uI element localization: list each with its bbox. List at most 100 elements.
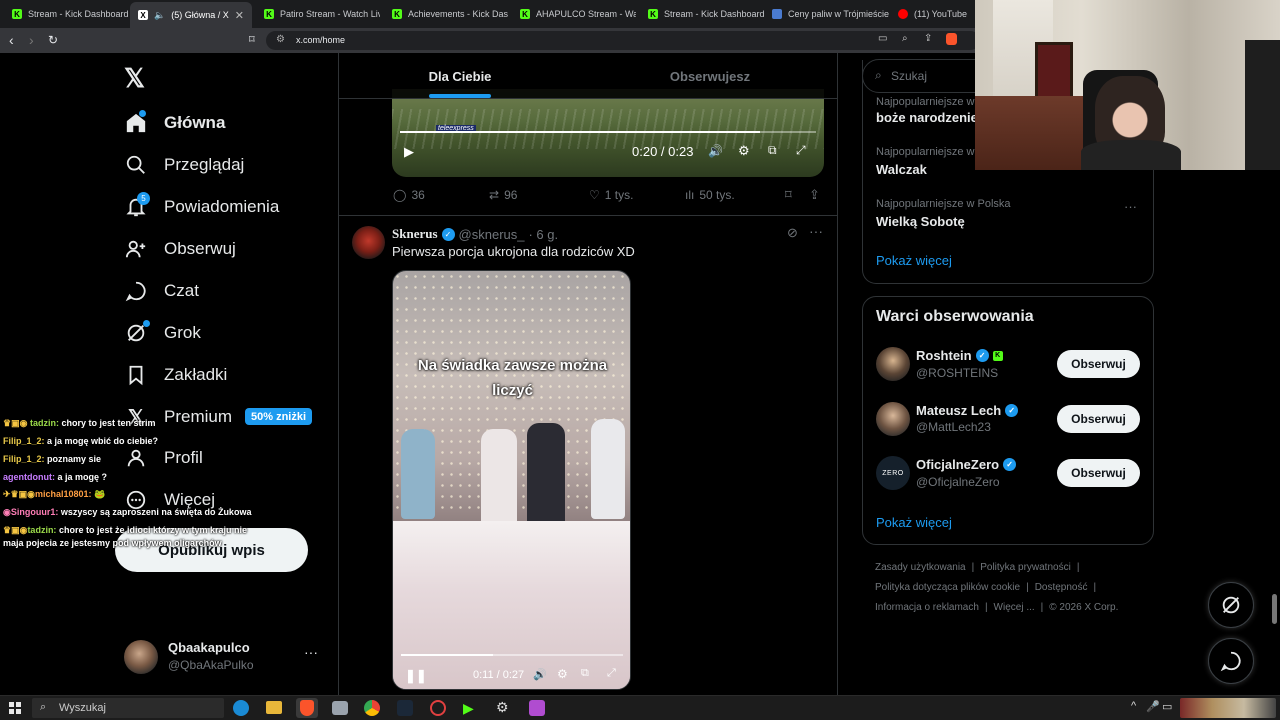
- follow-button[interactable]: Obserwuj: [1057, 459, 1140, 487]
- reload-icon[interactable]: ↻: [48, 33, 58, 47]
- kick-app-icon[interactable]: ▶: [463, 700, 474, 717]
- trend-item[interactable]: Wielką Sobotę: [876, 214, 965, 229]
- tray-chevron-icon[interactable]: ^: [1131, 700, 1136, 712]
- volume-icon[interactable]: 🔊: [533, 668, 547, 681]
- nav-follow[interactable]: Obserwuj: [124, 232, 236, 266]
- x-logo-icon[interactable]: 𝕏: [124, 63, 145, 94]
- close-tab-icon[interactable]: ✕: [235, 9, 244, 22]
- battery-icon[interactable]: ▭: [1162, 700, 1172, 713]
- bookmark-icon[interactable]: ⌑: [785, 187, 792, 203]
- like-button[interactable]: ♡ 1 tys.: [589, 188, 633, 202]
- steam-icon[interactable]: [397, 700, 413, 716]
- tab-patiro[interactable]: K Patiro Stream - Watch Live: [256, 3, 380, 25]
- grok-explain-icon[interactable]: ⊘: [787, 225, 798, 241]
- tab-for-you[interactable]: Dla Ciebie: [339, 53, 581, 99]
- footer-link[interactable]: Więcej ...: [994, 602, 1035, 613]
- chrome-icon[interactable]: [364, 700, 380, 716]
- nav-grok[interactable]: Grok: [124, 316, 201, 350]
- settings-icon[interactable]: ⚙: [496, 699, 509, 716]
- footer-link[interactable]: Polityka prywatności: [980, 562, 1071, 573]
- avatar[interactable]: ZERO: [876, 456, 910, 490]
- tab-achievements[interactable]: K Achievements - Kick Dashb: [384, 3, 508, 25]
- previous-post-video[interactable]: teleexpress ▶ 0:20 / 0:23 🔊 ⚙ ⧉ ⤢: [392, 89, 824, 177]
- footer-link[interactable]: Polityka dotycząca plików cookie: [875, 582, 1020, 593]
- tab-following[interactable]: Obserwujesz: [581, 53, 837, 99]
- trend-item[interactable]: Walczak: [876, 162, 927, 177]
- pip-icon[interactable]: ⧉: [768, 143, 777, 158]
- post-video[interactable]: Na świadka zawsze można liczyć ❚❚ 0:11 /…: [392, 270, 631, 690]
- avatar[interactable]: [876, 402, 910, 436]
- file-explorer-icon[interactable]: [266, 701, 282, 714]
- forward-icon[interactable]: ›: [29, 32, 34, 48]
- footer-row-3: Informacja o reklamach | Więcej ... | © 20…: [875, 602, 1119, 613]
- settings-icon[interactable]: ⚙: [738, 143, 750, 159]
- post-author-handle[interactable]: @sknerus_: [459, 227, 525, 242]
- suggestion-handle: @ROSHTEINS: [916, 366, 999, 380]
- app-icon[interactable]: [332, 701, 348, 715]
- taskbar-search[interactable]: ⌕ Wyszukaj: [32, 698, 224, 718]
- show-more-trends-link[interactable]: Pokaż więcej: [876, 253, 952, 268]
- pause-icon[interactable]: ❚❚: [405, 668, 427, 684]
- pip-icon[interactable]: ⧉: [581, 667, 589, 680]
- bookmark-page-icon[interactable]: ⌑: [249, 33, 255, 46]
- tab-fuel-prices[interactable]: Ceny paliw w Trójmieście: [764, 3, 892, 25]
- fullscreen-icon[interactable]: ⤢: [607, 667, 616, 680]
- brave-icon[interactable]: [300, 700, 314, 716]
- show-more-suggestions-link[interactable]: Pokaż więcej: [876, 515, 952, 530]
- suggestion-name[interactable]: Mateusz Lech: [916, 403, 1001, 418]
- zoom-icon[interactable]: ⌕: [902, 33, 908, 44]
- app-icon[interactable]: [529, 700, 545, 716]
- repost-button[interactable]: ⇄ 96: [489, 188, 517, 202]
- volume-icon[interactable]: 🔊: [708, 144, 723, 158]
- edge-icon[interactable]: [233, 700, 249, 716]
- verified-icon: ✓: [1005, 404, 1019, 417]
- obs-icon[interactable]: [430, 700, 446, 716]
- more-dots-icon[interactable]: ···: [304, 644, 318, 660]
- trend-item[interactable]: boże narodzenie: [876, 110, 978, 125]
- nav-bookmarks[interactable]: Zakładki: [124, 358, 227, 392]
- account-name: Qbaakapulco: [168, 640, 250, 655]
- url-field[interactable]: ⚙ x.com/home ▭ ⌕ ⇪: [266, 31, 980, 50]
- fullscreen-icon[interactable]: ⤢: [796, 143, 806, 158]
- post-time[interactable]: · 6 g.: [528, 227, 558, 242]
- follow-button[interactable]: Obserwuj: [1057, 350, 1140, 378]
- tab-kick-dashboard[interactable]: K Stream - Kick Dashboard: [4, 3, 130, 25]
- settings-icon[interactable]: ⚙: [557, 667, 568, 681]
- kick-icon: K: [520, 9, 530, 19]
- tab-x-home[interactable]: X 🔈 (5) Główna / X ✕: [130, 2, 252, 28]
- share-icon[interactable]: ⇪: [924, 33, 932, 44]
- post-author-avatar[interactable]: [352, 226, 385, 259]
- post-more-icon[interactable]: ···: [809, 223, 823, 239]
- tab-kick-dashboard-2[interactable]: K Stream - Kick Dashboard: [640, 3, 764, 25]
- start-icon[interactable]: [9, 702, 21, 714]
- suggestion-name[interactable]: Roshtein: [916, 348, 972, 363]
- share-icon[interactable]: ⇪: [809, 187, 820, 203]
- nav-explore[interactable]: Przeglądaj: [124, 148, 244, 182]
- views-button[interactable]: ılı 50 tys.: [685, 188, 735, 202]
- post-author-name[interactable]: Sknerus: [392, 226, 438, 242]
- suggestion-name[interactable]: OficjalneZero: [916, 457, 999, 472]
- messages-floating-button[interactable]: [1208, 638, 1254, 684]
- footer-link[interactable]: Dostępność: [1035, 582, 1088, 593]
- nav-profile[interactable]: Profil: [124, 441, 203, 475]
- tab-ahapulco[interactable]: KAHAPULCO Stream - Watch: [512, 3, 636, 25]
- cast-icon[interactable]: ▭: [878, 33, 887, 44]
- page-scrollbar-thumb[interactable]: [1272, 594, 1277, 624]
- brave-shield-icon[interactable]: [946, 33, 957, 45]
- grok-floating-button[interactable]: [1208, 582, 1254, 628]
- back-icon[interactable]: ‹: [9, 32, 14, 48]
- account-switcher[interactable]: Qbaakapulco @QbaAkaPulko ···: [114, 636, 328, 678]
- microphone-icon[interactable]: 🎤: [1146, 700, 1160, 713]
- follow-button[interactable]: Obserwuj: [1057, 405, 1140, 433]
- trend-more-icon[interactable]: ···: [1124, 199, 1137, 214]
- footer-link[interactable]: Informacja o reklamach: [875, 602, 979, 613]
- site-info-icon[interactable]: ⚙: [276, 34, 285, 45]
- play-icon[interactable]: ▶: [404, 144, 414, 160]
- reply-button[interactable]: ◯ 36: [393, 188, 425, 202]
- footer-link[interactable]: Zasady użytkowania: [875, 562, 966, 573]
- taskbar-search-input[interactable]: Wyszukaj: [59, 702, 106, 714]
- trend-context: Najpopularniejsze w Polska: [876, 198, 1011, 210]
- nav-chat[interactable]: Czat: [124, 274, 199, 308]
- tab-youtube[interactable]: (11) YouTube: [890, 3, 976, 25]
- avatar[interactable]: [876, 347, 910, 381]
